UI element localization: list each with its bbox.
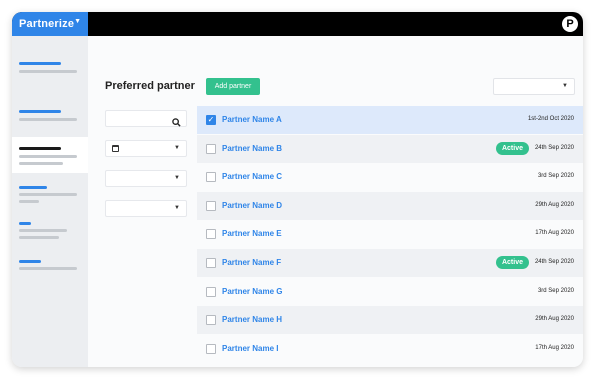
row-date: 3rd Sep 2020	[537, 173, 574, 180]
sidebar-item-subtitle-placeholder	[19, 236, 59, 239]
sidebar-item-subtitle-placeholder	[19, 229, 67, 232]
row-checkbox[interactable]	[206, 315, 216, 326]
sidebar-item-2[interactable]	[12, 96, 88, 126]
status-badge: Active	[496, 141, 529, 155]
chevron-down-icon: ▼	[174, 205, 180, 211]
row-date: 24th Sep 2020	[534, 259, 574, 265]
sidebar-item-title-placeholder	[19, 62, 61, 65]
row-date: 29th Aug 2020	[535, 201, 574, 208]
app-window: Partnerize ▼ P Preferred partner Add par…	[12, 12, 583, 367]
row-date: 17th Aug 2020	[535, 230, 574, 237]
user-avatar[interactable]: P	[562, 16, 578, 32]
sidebar-item-title-placeholder	[19, 147, 61, 150]
partner-name-link[interactable]: Partner Name E	[222, 229, 282, 238]
brand-switcher[interactable]: Partnerize ▼	[12, 12, 88, 36]
chevron-down-icon: ▼	[174, 145, 180, 151]
row-checkbox[interactable]	[206, 343, 216, 354]
table-row[interactable]: Partner Name I 17th Aug 2020	[197, 335, 583, 363]
row-checkbox[interactable]	[206, 229, 216, 240]
row-checkbox[interactable]	[206, 143, 216, 154]
sidebar-item-title-placeholder	[19, 186, 47, 189]
partner-name-link[interactable]: Partner Name G	[222, 287, 282, 296]
row-checkbox[interactable]	[206, 200, 216, 211]
add-partner-button[interactable]: Add partner	[206, 78, 260, 95]
partner-name-link[interactable]: Partner Name A	[222, 115, 282, 124]
row-checkbox[interactable]	[206, 172, 216, 183]
search-icon	[172, 114, 181, 132]
partner-name-link[interactable]: Partner Name B	[222, 144, 282, 153]
table-row[interactable]: Partner Name F Active 24th Sep 2020	[197, 249, 583, 277]
sidebar-item-title-placeholder	[19, 260, 41, 263]
status-badge: Active	[496, 256, 529, 269]
brand-logo: Partnerize	[19, 18, 75, 30]
sidebar-item-title-placeholder	[19, 110, 61, 113]
table-row[interactable]: Partner Name G 3rd Sep 2020	[197, 278, 583, 306]
search-input[interactable]	[105, 110, 187, 127]
row-date: 3rd Sep 2020	[537, 287, 574, 294]
chevron-down-icon: ▼	[562, 83, 568, 89]
sidebar-item-6[interactable]	[12, 254, 88, 284]
sidebar-item-1[interactable]	[12, 50, 88, 80]
main-content: Preferred partner Add partner ▼ ▼ ▼ ▼ ✓ P…	[88, 36, 583, 367]
sidebar-item-3-active[interactable]	[12, 137, 88, 173]
table-row[interactable]: Partner Name C 3rd Sep 2020	[197, 163, 583, 191]
sidebar	[12, 36, 88, 367]
table-row[interactable]: Partner Name H 29th Aug 2020	[197, 306, 583, 335]
sidebar-item-5[interactable]	[12, 216, 88, 246]
row-date: 24th Sep 2020	[534, 144, 574, 151]
sidebar-item-4[interactable]	[12, 176, 88, 206]
calendar-icon	[112, 145, 119, 152]
sidebar-item-subtitle-placeholder	[19, 193, 77, 196]
top-bar: Partnerize ▼ P	[12, 12, 583, 36]
row-checkbox[interactable]	[206, 258, 216, 268]
row-date: 29th Aug 2020	[535, 316, 574, 323]
row-date: 1st-2nd Oct 2020	[527, 116, 574, 122]
sidebar-item-subtitle-placeholder	[19, 267, 77, 270]
sidebar-item-subtitle-placeholder	[19, 70, 77, 73]
sort-dropdown[interactable]: ▼	[493, 78, 575, 95]
row-date: 17th Aug 2020	[535, 344, 574, 351]
chevron-down-icon: ▼	[174, 175, 180, 181]
partner-name-link[interactable]: Partner Name I	[222, 344, 278, 353]
date-filter[interactable]: ▼	[105, 140, 187, 157]
table-row[interactable]: Partner Name E 17th Aug 2020	[197, 220, 583, 248]
sidebar-item-subtitle-placeholder	[19, 118, 77, 121]
filter-dropdown-1[interactable]: ▼	[105, 170, 187, 187]
partner-name-link[interactable]: Partner Name C	[222, 172, 282, 181]
table-row[interactable]: ✓ Partner Name A 1st-2nd Oct 2020	[197, 106, 583, 134]
sidebar-item-subtitle-placeholder	[19, 200, 39, 203]
partner-name-link[interactable]: Partner Name D	[222, 201, 282, 210]
filter-dropdown-2[interactable]: ▼	[105, 200, 187, 217]
sidebar-item-subtitle-placeholder	[19, 155, 77, 158]
table-row[interactable]: Partner Name B Active 24th Sep 2020	[197, 134, 583, 163]
partner-name-link[interactable]: Partner Name H	[222, 315, 282, 324]
partner-name-link[interactable]: Partner Name F	[222, 258, 281, 267]
sidebar-item-title-placeholder	[19, 222, 31, 225]
row-checkbox[interactable]: ✓	[206, 115, 216, 125]
page-title: Preferred partner	[105, 80, 195, 92]
row-checkbox[interactable]	[206, 286, 216, 297]
table-row[interactable]: Partner Name D 29th Aug 2020	[197, 191, 583, 220]
sidebar-item-subtitle-placeholder	[19, 162, 63, 165]
chevron-down-icon: ▼	[74, 18, 81, 25]
